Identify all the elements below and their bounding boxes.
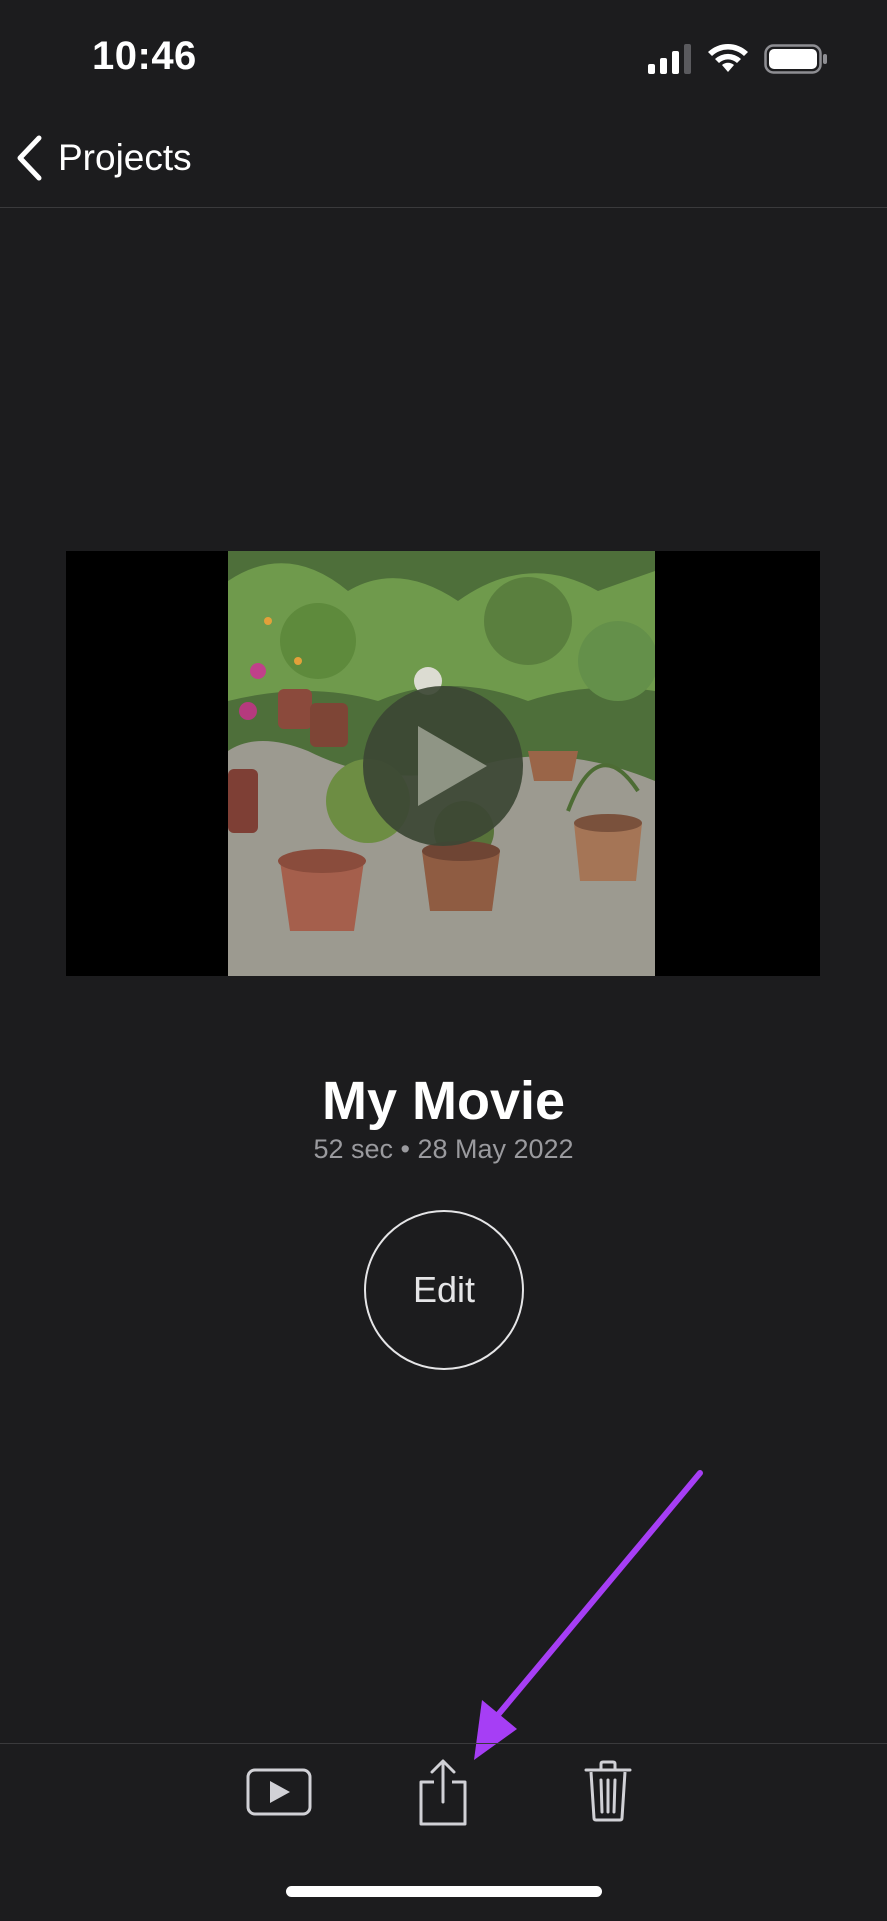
status-bar: 10:46: [0, 0, 887, 110]
back-button-label: Projects: [58, 137, 192, 178]
wifi-icon: [708, 44, 748, 72]
play-icon: [418, 726, 487, 806]
video-preview[interactable]: [66, 551, 820, 976]
back-button[interactable]: Projects: [14, 132, 192, 184]
share-icon[interactable]: [416, 1758, 470, 1828]
home-indicator: [286, 1886, 602, 1897]
trash-icon[interactable]: [584, 1760, 632, 1822]
edit-button-label: Edit: [412, 1269, 476, 1310]
battery-icon: [764, 44, 827, 74]
navigation-bar: Projects: [0, 110, 887, 208]
project-title: My Movie: [321, 1071, 566, 1131]
edit-button[interactable]: Edit: [364, 1210, 524, 1370]
play-video-button[interactable]: [363, 686, 523, 846]
status-time: 10:46: [92, 34, 197, 78]
play-rectangle-icon[interactable]: [246, 1766, 312, 1818]
project-meta: 52 sec • 28 May 2022: [313, 1134, 574, 1164]
chevron-left-icon: [17, 135, 42, 181]
cellular-signal-icon: [648, 44, 691, 74]
